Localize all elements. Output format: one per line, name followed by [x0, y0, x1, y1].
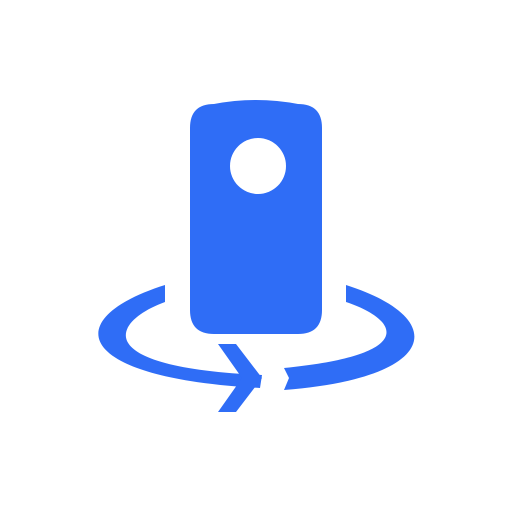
icon-canvas	[0, 0, 512, 512]
camera-lens	[230, 138, 286, 194]
360-camera-rotate-icon	[98, 100, 415, 412]
camera-body	[190, 100, 322, 334]
